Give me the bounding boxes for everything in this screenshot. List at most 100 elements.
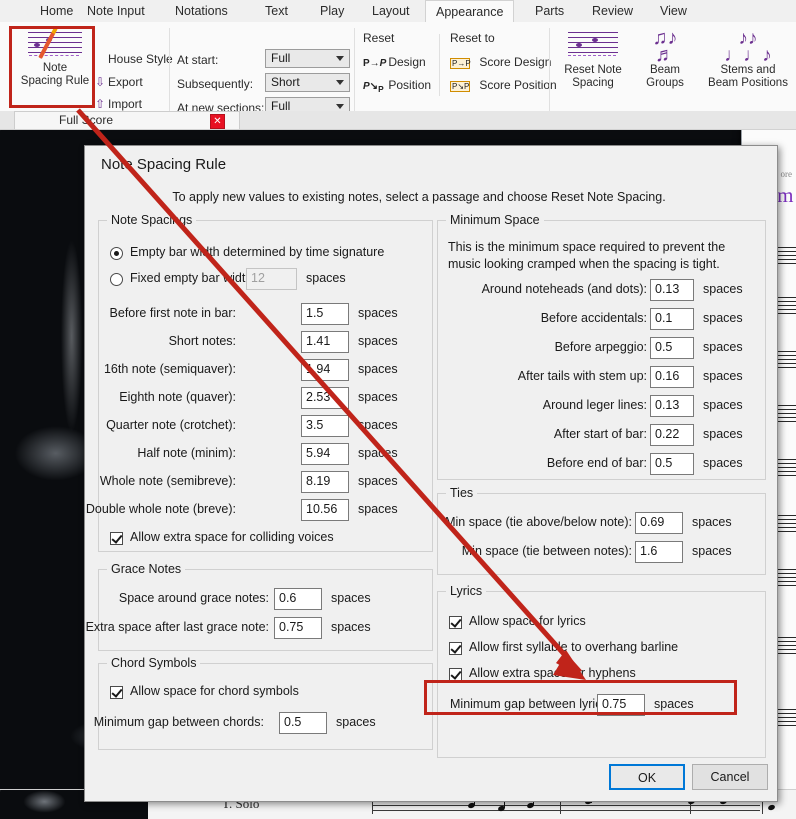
eighth-note-field[interactable]: 2.53	[301, 387, 349, 409]
tab-notations[interactable]: Notations	[165, 0, 238, 22]
at-start-label: At start:	[177, 53, 219, 67]
group-caption-chord-symbols: Chord Symbols	[107, 656, 201, 670]
row-label: Eighth note (quaver):	[119, 390, 236, 404]
minimum-gap-between-chords-field[interactable]: 0.5	[279, 712, 327, 734]
reset-note-spacing-label-line2: Spacing	[572, 77, 614, 89]
row-unit: spaces	[331, 591, 371, 605]
cancel-button[interactable]: Cancel	[692, 764, 768, 790]
row-minimum-gap-between-chords: Minimum gap between chords: 0.5 spaces	[94, 712, 432, 734]
checkbox-marker	[449, 642, 462, 655]
radio-marker	[110, 273, 123, 286]
reset-note-spacing-button[interactable]: Reset Note Spacing	[554, 30, 632, 90]
row-unit: spaces	[358, 390, 398, 404]
radio-label: Empty bar width determined by time signa…	[130, 245, 385, 259]
group-caption-minimum-space: Minimum Space	[446, 213, 544, 227]
row-unit: spaces	[358, 474, 398, 488]
tab-appearance[interactable]: Appearance	[425, 0, 515, 23]
import-button[interactable]: ⇧ Import	[92, 97, 142, 111]
row-label: Min space (tie above/below note):	[445, 515, 632, 529]
reset-column-header: Reset	[363, 31, 395, 45]
short-notes-field[interactable]: 1.41	[301, 331, 349, 353]
field-value: 0.5	[284, 715, 302, 729]
stems-beam-positions-icon: ♪♪ ♩♩♪	[724, 28, 772, 66]
row-label: Before accidentals:	[540, 311, 647, 325]
row-unit: spaces	[358, 362, 398, 376]
score-position-button[interactable]: P↘P Score Position	[450, 78, 557, 92]
at-start-combo[interactable]: Full	[265, 49, 350, 68]
row-unit: spaces	[703, 340, 743, 354]
tab-review[interactable]: Review	[582, 0, 643, 22]
row-label: Whole note (semibreve):	[99, 474, 236, 488]
ribbon-tab-strip: Home Note Input Notations Text Play Layo…	[0, 0, 796, 23]
row-unit: spaces	[358, 502, 398, 516]
score-design-button[interactable]: P→P Score Design	[450, 55, 551, 69]
double-whole-note-field[interactable]: 10.56	[301, 499, 349, 521]
before-end-of-bar-field[interactable]: 0.5	[650, 453, 694, 475]
close-icon[interactable]: ✕	[210, 114, 225, 129]
ok-button[interactable]: OK	[609, 764, 685, 790]
row-unit: spaces	[703, 369, 743, 383]
row-unit: spaces	[703, 398, 743, 412]
row-label: After tails with stem up:	[517, 369, 647, 383]
around-leger-lines-field[interactable]: 0.13	[650, 395, 694, 417]
tab-view[interactable]: View	[650, 0, 697, 22]
field-value: 2.53	[306, 390, 331, 404]
row-label: Before end of bar:	[546, 456, 647, 470]
tab-home[interactable]: Home	[30, 0, 83, 22]
highlight-minimum-gap-between-lyrics	[424, 680, 737, 715]
stems-beam-positions-button[interactable]: ♪♪ ♩♩♪ Stems and Beam Positions	[696, 28, 796, 90]
after-start-of-bar-field[interactable]: 0.22	[650, 424, 694, 446]
row-eighth-note: Eighth note (quaver): 2.53 spaces	[99, 387, 432, 409]
field-value: 0.69	[640, 515, 665, 529]
row-unit: spaces	[692, 544, 732, 558]
row-before-first-note: Before first note in bar: 1.5 spaces	[99, 303, 432, 325]
reset-design-button[interactable]: P→P Design	[363, 55, 426, 69]
field-value: 0.6	[279, 591, 297, 605]
half-note-field[interactable]: 5.94	[301, 443, 349, 465]
checkbox-marker	[449, 616, 462, 629]
chevron-down-icon	[336, 104, 344, 109]
document-tab-full-score[interactable]: Full Score ✕	[14, 111, 240, 129]
dialog-title: Note Spacing Rule	[101, 156, 227, 173]
whole-note-field[interactable]: 8.19	[301, 471, 349, 493]
space-around-grace-notes-field[interactable]: 0.6	[274, 588, 322, 610]
reset-position-button[interactable]: P↘P Position	[363, 78, 431, 94]
export-label: Export	[108, 75, 143, 89]
tab-parts[interactable]: Parts	[525, 0, 574, 22]
before-first-note-field[interactable]: 1.5	[301, 303, 349, 325]
subsequently-combo[interactable]: Short	[265, 73, 350, 92]
sixteenth-note-field[interactable]: 1.94	[301, 359, 349, 381]
tab-layout[interactable]: Layout	[362, 0, 420, 22]
group-caption-lyrics: Lyrics	[446, 584, 487, 598]
reset-position-label: Position	[388, 78, 432, 92]
after-tails-stem-up-field[interactable]: 0.16	[650, 366, 694, 388]
tie-between-notes-field[interactable]: 1.6	[635, 541, 683, 563]
radio-label: Fixed empty bar width:	[130, 271, 256, 285]
extra-space-after-grace-note-field[interactable]: 0.75	[274, 617, 322, 639]
house-style-button[interactable]: House Style	[92, 52, 173, 66]
tab-text[interactable]: Text	[255, 0, 298, 22]
field-value: 0.13	[655, 282, 680, 296]
row-space-around-grace-notes: Space around grace notes: 0.6 spaces	[99, 588, 432, 610]
before-accidentals-field[interactable]: 0.1	[650, 308, 694, 330]
checkbox-label: Allow extra space for colliding voices	[130, 530, 334, 544]
at-start-value: Full	[271, 51, 291, 65]
score-position-icon: P↘P	[450, 81, 470, 92]
tab-play[interactable]: Play	[310, 0, 354, 22]
export-button[interactable]: ⇩ Export	[92, 75, 143, 89]
checkbox-marker	[110, 686, 123, 699]
row-label: Extra space after last grace note:	[85, 620, 269, 634]
tab-note-input[interactable]: Note Input	[77, 0, 155, 22]
stems-beam-positions-label-line2: Beam Positions	[708, 77, 788, 89]
beam-groups-button[interactable]: ♫♪ ♬ Beam Groups	[634, 28, 696, 90]
before-arpeggio-field[interactable]: 0.5	[650, 337, 694, 359]
around-noteheads-field[interactable]: 0.13	[650, 279, 694, 301]
tie-above-below-note-field[interactable]: 0.69	[635, 512, 683, 534]
fixed-empty-bar-width-field[interactable]: 12	[246, 268, 297, 290]
quarter-note-field[interactable]: 3.5	[301, 415, 349, 437]
row-double-whole-note: Double whole note (breve): 10.56 spaces	[86, 499, 432, 521]
reset-note-spacing-label-line1: Reset Note	[564, 64, 622, 76]
beam-groups-label-line2: Groups	[646, 77, 684, 89]
row-unit: spaces	[703, 427, 743, 441]
row-unit: spaces	[331, 620, 371, 634]
